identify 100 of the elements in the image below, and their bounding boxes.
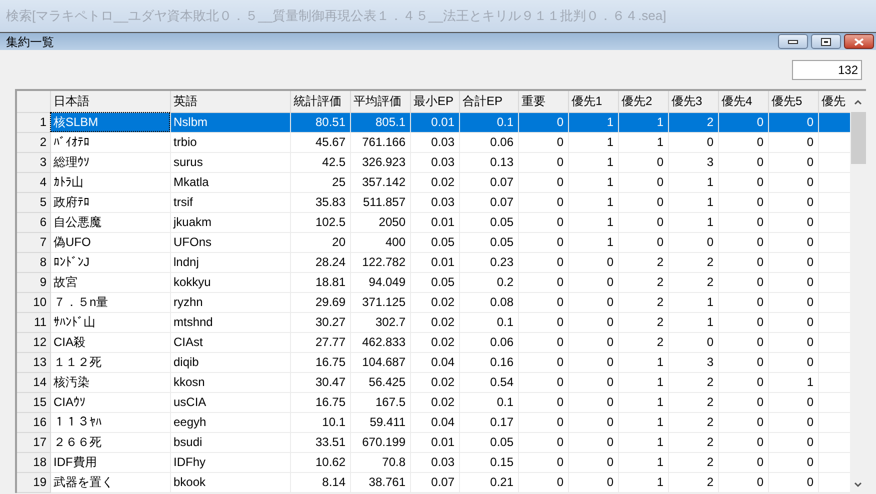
table-cell: 2050 <box>350 212 410 232</box>
table-cell: 0.07 <box>459 172 518 192</box>
close-icon <box>854 38 864 46</box>
table-cell: 0 <box>768 392 818 412</box>
table-cell: 2 <box>668 252 718 272</box>
table-cell: 38.761 <box>350 472 410 492</box>
row-number[interactable]: 1 <box>17 112 50 132</box>
table-cell: 0 <box>718 252 768 272</box>
table-cell: 10.1 <box>290 412 350 432</box>
column-header[interactable]: 統計評価 <box>290 91 350 112</box>
table-cell: 0.07 <box>410 472 459 492</box>
table-cell: 0.05 <box>459 432 518 452</box>
table-cell: 0 <box>768 272 818 292</box>
app-title: 検索[マラキペトロ__ユダヤ資本敗北０．５__質量制御再現公表１．４５__法王とキリル９１１批判０．６４.sea] <box>6 7 666 26</box>
count-field[interactable]: 132 <box>792 60 862 80</box>
table-cell: 2 <box>668 432 718 452</box>
scroll-thumb[interactable] <box>850 112 866 164</box>
table-cell: 1 <box>618 352 668 372</box>
table-cell: 2 <box>668 392 718 412</box>
table-cell: 371.125 <box>350 292 410 312</box>
column-header[interactable]: 英語 <box>170 91 290 112</box>
table-cell: 政府ﾃﾛ <box>50 192 170 212</box>
table-cell: 8.14 <box>290 472 350 492</box>
table-cell: 0 <box>718 192 768 212</box>
column-header[interactable]: 合計EP <box>459 91 518 112</box>
column-header[interactable]: 優先5 <box>768 91 818 112</box>
row-number[interactable]: 19 <box>17 472 50 492</box>
column-header[interactable]: 優先2 <box>618 91 668 112</box>
table-cell: 0 <box>618 212 668 232</box>
table-cell: 0.05 <box>410 272 459 292</box>
table-cell: Nslbm <box>170 112 290 132</box>
column-header[interactable]: 重要 <box>518 91 568 112</box>
table-cell: 0.04 <box>410 352 459 372</box>
table-cell: 0 <box>768 252 818 272</box>
minimize-button[interactable] <box>778 34 808 49</box>
row-number[interactable]: 18 <box>17 452 50 472</box>
column-header[interactable]: 平均評価 <box>350 91 410 112</box>
table-cell: 0 <box>718 132 768 152</box>
table-cell: 0 <box>518 192 568 212</box>
row-number[interactable]: 16 <box>17 412 50 432</box>
row-number[interactable]: 14 <box>17 372 50 392</box>
table-cell: 0.15 <box>459 452 518 472</box>
table-cell: 0.13 <box>459 152 518 172</box>
table-cell: 0 <box>568 292 618 312</box>
table-cell: 56.425 <box>350 372 410 392</box>
table-cell: 0 <box>768 172 818 192</box>
table-cell: kkosn <box>170 372 290 392</box>
table-cell: 2 <box>668 372 718 392</box>
table-cell: 1 <box>668 192 718 212</box>
row-number[interactable]: 5 <box>17 192 50 212</box>
column-header[interactable]: 最小EP <box>410 91 459 112</box>
window-title: 集約一覧 <box>5 36 54 48</box>
table-cell: 1 <box>768 372 818 392</box>
table-cell: 0 <box>768 432 818 452</box>
column-header[interactable]: 日本語 <box>50 91 170 112</box>
table-cell: 0 <box>518 232 568 252</box>
table-cell: 0.23 <box>459 252 518 272</box>
row-number[interactable]: 7 <box>17 232 50 252</box>
table-cell: 0.1 <box>459 312 518 332</box>
table-cell: 0.17 <box>459 412 518 432</box>
column-header[interactable]: 優先1 <box>568 91 618 112</box>
table-cell: 42.5 <box>290 152 350 172</box>
table-cell: 0 <box>768 292 818 312</box>
table-cell: Mkatla <box>170 172 290 192</box>
table-cell: bkook <box>170 472 290 492</box>
table-cell: 0.02 <box>410 292 459 312</box>
table-cell: 0 <box>518 272 568 292</box>
table-cell: 0.05 <box>459 212 518 232</box>
row-number[interactable]: 11 <box>17 312 50 332</box>
table-cell: 0.08 <box>459 292 518 312</box>
table-cell: IDFhy <box>170 452 290 472</box>
maximize-button[interactable] <box>811 34 841 49</box>
row-number[interactable]: 9 <box>17 272 50 292</box>
row-number[interactable]: 10 <box>17 292 50 312</box>
row-number[interactable]: 15 <box>17 392 50 412</box>
table-cell: 25 <box>290 172 350 192</box>
row-number[interactable]: 4 <box>17 172 50 192</box>
table-cell: 670.199 <box>350 432 410 452</box>
table-cell: 3 <box>668 352 718 372</box>
table-cell: eegyh <box>170 412 290 432</box>
row-number[interactable]: 13 <box>17 352 50 372</box>
column-header[interactable]: 優先4 <box>718 91 768 112</box>
column-header[interactable]: 優先3 <box>668 91 718 112</box>
close-button[interactable] <box>844 34 874 49</box>
table-cell: 511.857 <box>350 192 410 212</box>
row-number[interactable]: 3 <box>17 152 50 172</box>
table-cell: 18.81 <box>290 272 350 292</box>
row-number[interactable]: 8 <box>17 252 50 272</box>
table-cell: 302.7 <box>350 312 410 332</box>
table-cell: 102.5 <box>290 212 350 232</box>
table-cell: 0.02 <box>410 172 459 192</box>
row-number[interactable]: 2 <box>17 132 50 152</box>
table-cell: 0 <box>768 412 818 432</box>
table-cell: 2 <box>668 112 718 132</box>
row-number[interactable]: 17 <box>17 432 50 452</box>
row-number[interactable]: 6 <box>17 212 50 232</box>
table-cell: 0.01 <box>410 212 459 232</box>
table-cell: 0 <box>568 472 618 492</box>
table-cell: 29.69 <box>290 292 350 312</box>
row-number[interactable]: 12 <box>17 332 50 352</box>
